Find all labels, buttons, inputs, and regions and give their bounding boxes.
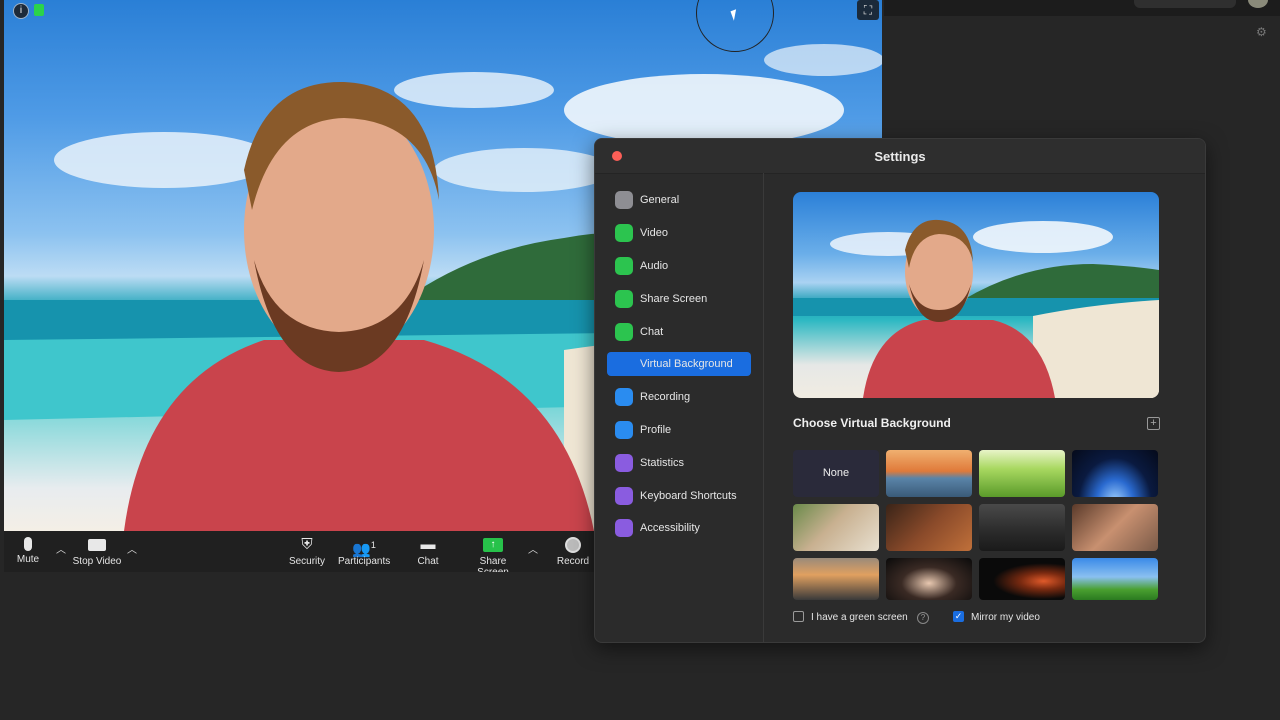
sidebar-item-label: Share Screen (640, 293, 708, 305)
sidebar-item-label: General (640, 194, 680, 206)
mirror-video-checkbox[interactable]: ✓ (953, 611, 964, 622)
record-label: Record (556, 556, 590, 567)
record-icon (565, 537, 581, 553)
security-button[interactable]: ⛨ Security (288, 536, 326, 568)
sidebar-item-virtual-background[interactable]: Virtual Background (607, 352, 751, 376)
settings-sidebar: General Video Audio Share Screen Chat Vi… (595, 173, 764, 642)
background-thumb-pointing-hand[interactable] (886, 558, 972, 600)
background-thumb-man-eating[interactable] (886, 504, 972, 551)
sidebar-item-share-screen[interactable]: Share Screen (607, 287, 751, 311)
gear-icon[interactable]: ⚙ (1256, 26, 1268, 38)
sidebar-item-recording[interactable]: Recording (607, 385, 751, 409)
statistics-icon (615, 454, 633, 472)
sidebar-item-profile[interactable]: Profile (607, 418, 751, 442)
help-icon[interactable]: ? (917, 612, 929, 624)
sidebar-item-accessibility[interactable]: Accessibility (607, 516, 751, 540)
headphones-icon (615, 257, 633, 275)
shield-icon: ⛨ (301, 536, 313, 553)
lock-icon[interactable] (34, 4, 44, 16)
settings-titlebar: Settings (595, 139, 1205, 174)
microphone-icon (24, 537, 32, 551)
background-thumb-earth[interactable] (1072, 450, 1158, 497)
share-screen-button[interactable]: ↑ Share Screen (464, 537, 522, 572)
green-screen-label: I have a green screen (811, 612, 908, 623)
video-preview (793, 192, 1159, 398)
sidebar-item-label: Accessibility (640, 522, 700, 534)
participants-icon: 👥1 (352, 540, 376, 558)
share-screen-label: Share Screen (477, 556, 509, 572)
choose-virtual-background-title: Choose Virtual Background (793, 416, 951, 430)
sidebar-item-label: Video (640, 227, 668, 239)
chat-label: Chat (417, 556, 439, 567)
settings-window: Settings General Video Audio Share Scree… (594, 138, 1206, 643)
sidebar-item-label: Keyboard Shortcuts (640, 490, 737, 502)
info-icon[interactable]: i (13, 3, 29, 19)
stop-video-label: Stop Video (72, 556, 122, 567)
accessibility-icon (615, 519, 633, 537)
video-icon (615, 224, 633, 242)
sidebar-item-keyboard-shortcuts[interactable]: Keyboard Shortcuts (607, 484, 751, 508)
mute-label: Mute (16, 554, 40, 565)
background-thumb-grass[interactable] (979, 450, 1065, 497)
background-thumb-car-interior[interactable] (979, 504, 1065, 551)
sidebar-item-statistics[interactable]: Statistics (607, 451, 751, 475)
background-thumb-people-outdoor[interactable] (793, 504, 879, 551)
share-screen-icon (615, 290, 633, 308)
sidebar-item-label: Recording (640, 391, 691, 403)
gear-icon (615, 191, 633, 209)
recording-icon (615, 388, 633, 406)
security-label: Security (288, 556, 326, 567)
background-thumb-bliss-face[interactable] (1072, 558, 1158, 600)
settings-content: Choose Virtual Background + None I have … (764, 173, 1205, 642)
sidebar-item-label: Virtual Background (640, 358, 733, 370)
participants-count: 1 (370, 540, 376, 550)
chat-bubble-icon: ▬ (420, 536, 436, 553)
sidebar-item-label: Statistics (640, 457, 685, 469)
participants-label: Participants (338, 556, 391, 567)
video-options-caret-icon[interactable]: ︿ (127, 541, 137, 556)
preview-beach-image (793, 219, 1159, 398)
virtual-background-icon (615, 355, 633, 373)
stop-video-button[interactable]: Stop Video (70, 537, 124, 567)
mirror-video-label: Mirror my video (971, 612, 1040, 623)
participants-button[interactable]: 👥1 Participants (338, 537, 390, 567)
record-button[interactable]: Record (556, 537, 590, 567)
mute-button[interactable]: Mute (16, 537, 40, 565)
chat-button[interactable]: ▬ Chat (416, 536, 440, 568)
add-background-icon[interactable]: + (1147, 417, 1160, 430)
background-thumb-none[interactable]: None (793, 450, 879, 497)
background-thumb-muppet[interactable] (979, 558, 1065, 600)
share-screen-arrow-icon: ↑ (483, 538, 503, 552)
sidebar-item-video[interactable]: Video (607, 221, 751, 245)
sidebar-item-chat[interactable]: Chat (607, 320, 751, 344)
keyboard-icon (615, 487, 633, 505)
sidebar-item-audio[interactable]: Audio (607, 254, 751, 278)
audio-options-caret-icon[interactable]: ︿ (56, 541, 66, 556)
camera-icon (88, 539, 106, 551)
fullscreen-icon[interactable]: ⛶ (857, 0, 879, 20)
sidebar-item-label: Profile (640, 424, 672, 436)
chat-icon (615, 323, 633, 341)
share-options-caret-icon[interactable]: ︿ (528, 541, 538, 556)
sidebar-item-label: Chat (640, 326, 664, 338)
background-search-field[interactable] (1134, 0, 1236, 8)
sidebar-item-label: Audio (640, 260, 669, 272)
profile-icon (615, 421, 633, 439)
settings-title: Settings (874, 149, 926, 164)
background-thumb-golden-gate[interactable] (886, 450, 972, 497)
sidebar-item-general[interactable]: General (607, 188, 751, 212)
background-thumb-sunset[interactable] (793, 558, 879, 600)
green-screen-checkbox[interactable] (793, 611, 804, 622)
background-thumb-selfie[interactable] (1072, 504, 1158, 551)
none-label: None (822, 467, 850, 479)
